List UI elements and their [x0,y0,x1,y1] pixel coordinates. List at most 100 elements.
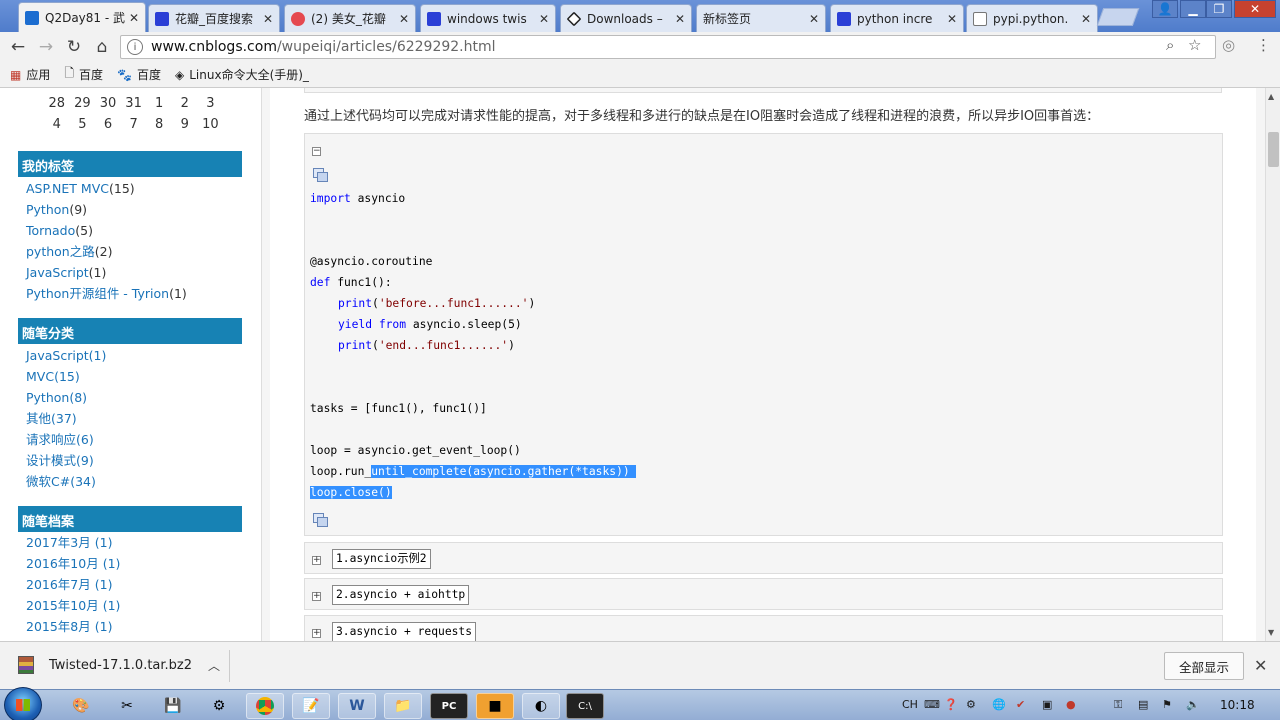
home-icon[interactable]: ⌂ [92,37,112,57]
restore-icon[interactable]: ❐ [1206,0,1232,18]
tab-windows-twisted[interactable]: windows twis ✕ [420,4,556,32]
vertical-scrollbar[interactable]: ▲ ▼ [1265,88,1280,641]
reload-icon[interactable]: ↻ [64,37,84,57]
close-tab-icon[interactable]: ✕ [947,12,957,26]
scroll-down-icon[interactable]: ▼ [1268,628,1274,637]
tab-pypi[interactable]: pypi.python. ✕ [966,4,1098,32]
taskbar-app-git-icon[interactable]: ⚙ [200,693,238,719]
taskbar-app-vm-icon[interactable]: ◐ [522,693,560,719]
taskbar-app-pycharm-icon[interactable]: PC [430,693,468,719]
tab-new-tab[interactable]: 新标签页 ✕ [696,4,826,32]
close-tab-icon[interactable]: ✕ [675,12,685,26]
code-block-title[interactable]: 1.asyncio示例2 [332,549,431,569]
profile-icon[interactable]: 👤 [1152,0,1178,18]
sidebar-link[interactable]: ASP.NET MVC(15) [26,178,187,199]
record-icon[interactable]: ● [1066,698,1076,711]
calendar-day[interactable]: 5 [70,117,96,132]
calendar-day[interactable]: 29 [70,96,96,111]
scroll-up-icon[interactable]: ▲ [1268,92,1274,101]
minimize-icon[interactable]: ▁ [1180,0,1206,18]
taskbar-app-paint-icon[interactable]: 🎨 [62,693,100,719]
close-tab-icon[interactable]: ✕ [1081,12,1091,26]
collapsed-code-block[interactable]: + 2.asyncio + aiohttp [304,578,1223,610]
start-button[interactable] [4,687,42,720]
calendar-day[interactable]: 4 [44,117,70,132]
taskbar-app-tool-icon[interactable]: ✂ [108,693,146,719]
calendar-day[interactable]: 7 [121,117,147,132]
sidebar-link[interactable]: Python(9) [26,199,187,220]
calendar-day[interactable]: 31 [121,96,147,111]
tab-huaban-baidu[interactable]: 花瓣_百度搜索 ✕ [148,4,280,32]
sidebar-link[interactable]: python之路(2) [26,241,187,262]
info-icon[interactable]: i [127,39,143,55]
sidebar-link[interactable]: 2015年10月 (1) [26,595,120,616]
calendar-day[interactable]: 3 [198,96,224,111]
taskbar-app-explorer-icon[interactable]: 📁 [384,693,422,719]
close-icon[interactable]: ✕ [1254,656,1267,675]
back-icon[interactable]: ← [8,37,28,57]
taskbar-app-word-icon[interactable]: W [338,693,376,719]
sidebar-link[interactable]: 设计模式(9) [26,450,106,471]
close-tab-icon[interactable]: ✕ [263,12,273,26]
calendar-day[interactable]: 28 [44,96,70,111]
sidebar-link[interactable]: 2015年8月 (1) [26,616,120,637]
calendar-day[interactable]: 9 [172,117,198,132]
settings-icon[interactable]: ⚙ [966,698,976,711]
download-item[interactable]: Twisted-17.1.0.tar.bz2 ︿ [18,656,220,674]
calendar-day[interactable]: 8 [146,117,172,132]
bookmark-baidu-2[interactable]: 🐾 百度 [117,66,161,83]
ime-indicator[interactable]: CH [902,698,918,711]
calendar-day[interactable]: 6 [95,117,121,132]
tab-q2day81[interactable]: Q2Day81 - 武 ✕ [18,2,146,32]
bookmark-baidu-1[interactable]: 🗋 百度 [64,64,103,85]
sidebar-link[interactable]: 请求响应(6) [26,429,106,450]
bookmark-linux[interactable]: ◈ Linux命令大全(手册)_ [175,66,309,83]
antivirus-icon[interactable]: ✔ [1016,698,1025,711]
expand-icon[interactable]: + [312,629,321,638]
sidebar-link[interactable]: MVC(15) [26,366,106,387]
scroll-thumb[interactable] [1268,132,1279,167]
close-tab-icon[interactable]: ✕ [539,12,549,26]
extension-icon[interactable]: ◎ [1222,36,1235,54]
sidebar-link[interactable]: 其他(37) [26,408,106,429]
copy-code-icon[interactable] [313,513,328,527]
volume-icon[interactable]: 🔈 [1186,698,1200,711]
bookmark-apps[interactable]: ▦ 应用 [10,66,50,83]
network-icon[interactable]: ▤ [1138,698,1148,711]
taskbar-app-save-icon[interactable]: 💾 [154,693,192,719]
system-clock[interactable]: 10:18 [1220,698,1255,712]
tray-app-icon[interactable]: ▣ [1042,698,1052,711]
new-tab-button[interactable] [1096,8,1140,26]
address-bar[interactable]: i www.cnblogs.com/wupeiqi/articles/62292… [120,35,1216,59]
taskbar-app-chrome-icon[interactable] [246,693,284,719]
flag-icon[interactable]: ⚑ [1162,698,1172,711]
tab-python-incre[interactable]: python incre ✕ [830,4,964,32]
sidebar-link[interactable]: JavaScript(1) [26,262,187,283]
collapsed-code-block[interactable]: + 3.asyncio + requests [304,615,1223,641]
bookmark-star-icon[interactable]: ☆ [1188,36,1201,54]
sidebar-link[interactable]: 微软C#(34) [26,471,106,492]
code-block-title[interactable]: 3.asyncio + requests [332,622,477,641]
close-tab-icon[interactable]: ✕ [129,11,139,25]
help-icon[interactable]: ❓ [944,698,958,711]
chevron-up-icon[interactable]: ︿ [208,657,220,674]
collapsed-code-block[interactable]: + 1.asyncio示例2 [304,542,1223,574]
sidebar-link[interactable]: Tornado(5) [26,220,187,241]
close-tab-icon[interactable]: ✕ [399,12,409,26]
menu-icon[interactable]: ⋮ [1256,36,1271,54]
tray-app-icon[interactable]: 🌐 [992,698,1006,711]
sidebar-link[interactable]: JavaScript(1) [26,345,106,366]
search-icon[interactable]: ⌕ [1166,36,1174,54]
tab-downloads[interactable]: Downloads – ✕ [560,4,692,32]
taskbar-app-stop-icon[interactable]: ■ [476,693,514,719]
calendar-day[interactable]: 2 [172,96,198,111]
taskbar-app-cmd-icon[interactable]: C:\ [566,693,604,719]
copy-code-icon[interactable] [313,168,328,182]
forward-icon[interactable]: → [36,37,56,57]
tab-huaban-meinv[interactable]: (2) 美女_花瓣 ✕ [284,4,416,32]
sidebar-link[interactable]: 2017年3月 (1) [26,532,120,553]
expand-icon[interactable]: + [312,592,321,601]
sidebar-link[interactable]: 2016年7月 (1) [26,574,120,595]
keyboard-icon[interactable]: ⌨ [924,698,940,711]
sidebar-link[interactable]: Python开源组件 - Tyrion(1) [26,283,187,304]
